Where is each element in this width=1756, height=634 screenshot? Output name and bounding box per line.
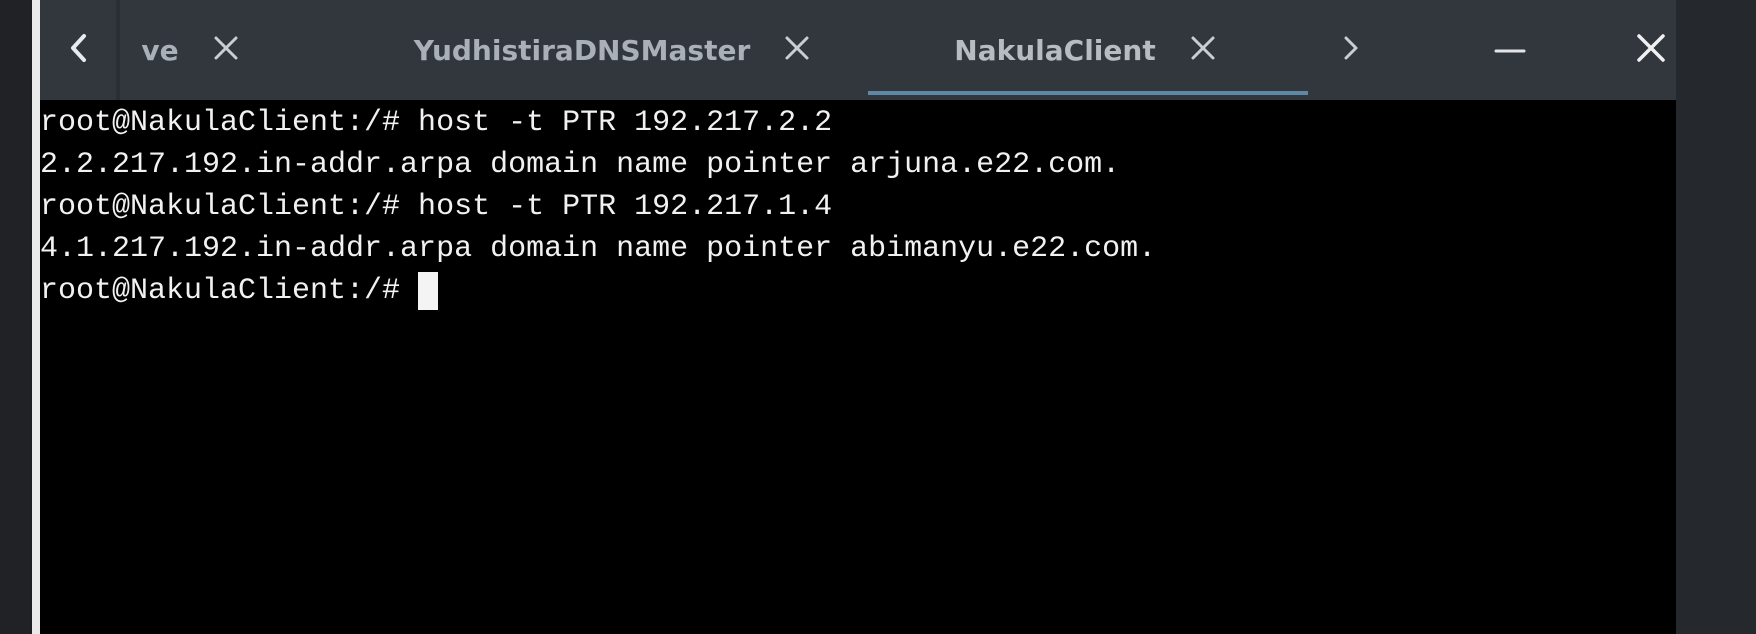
tab-yudhistiradnsmaster[interactable]: YudhistiraDNSMaster: [400, 0, 830, 100]
screen: ve YudhistiraDNSMaster NakulaClient root…: [0, 0, 1756, 634]
text-cursor: [418, 272, 439, 310]
chevron-right-icon: [1339, 31, 1363, 69]
terminal-window: ve YudhistiraDNSMaster NakulaClient root…: [40, 0, 1676, 634]
tab-close-button[interactable]: [207, 31, 245, 69]
close-icon: [783, 34, 811, 66]
terminal-output[interactable]: root@NakulaClient:/# host -t PTR 192.217…: [40, 100, 1676, 634]
left-edge: [0, 0, 30, 634]
tab-scroll-left-button[interactable]: [40, 0, 118, 100]
minimize-button[interactable]: [1470, 0, 1550, 100]
terminal-prompt-line[interactable]: root@NakulaClient:/#: [40, 270, 1676, 312]
tab-label: NakulaClient: [954, 33, 1156, 67]
tab-close-button[interactable]: [1184, 31, 1222, 69]
window-close-button[interactable]: [1626, 0, 1676, 100]
terminal-line: root@NakulaClient:/# host -t PTR 192.217…: [40, 190, 833, 224]
chevron-left-icon: [65, 28, 93, 72]
terminal-prompt: root@NakulaClient:/#: [40, 274, 419, 308]
close-icon: [212, 34, 240, 66]
tab-scroll-right-button[interactable]: [1306, 0, 1396, 100]
window-left-border: [32, 0, 40, 634]
minimize-icon: [1493, 41, 1527, 60]
terminal-line: root@NakulaClient:/# host -t PTR 192.217…: [40, 106, 833, 140]
terminal-line: 2.2.217.192.in-addr.arpa domain name poi…: [40, 148, 1121, 182]
close-icon: [1189, 34, 1217, 66]
tab-ve[interactable]: ve: [118, 0, 268, 100]
tab-nakulaclient[interactable]: NakulaClient: [868, 0, 1308, 100]
close-icon: [1631, 28, 1671, 72]
active-tab-indicator: [868, 91, 1308, 95]
tab-label: YudhistiraDNSMaster: [413, 33, 751, 67]
terminal-line: 4.1.217.192.in-addr.arpa domain name poi…: [40, 232, 1157, 266]
tab-bar: ve YudhistiraDNSMaster NakulaClient: [40, 0, 1676, 100]
right-edge: [1676, 0, 1756, 634]
tab-close-button[interactable]: [778, 31, 816, 69]
tab-label: ve: [141, 33, 179, 67]
